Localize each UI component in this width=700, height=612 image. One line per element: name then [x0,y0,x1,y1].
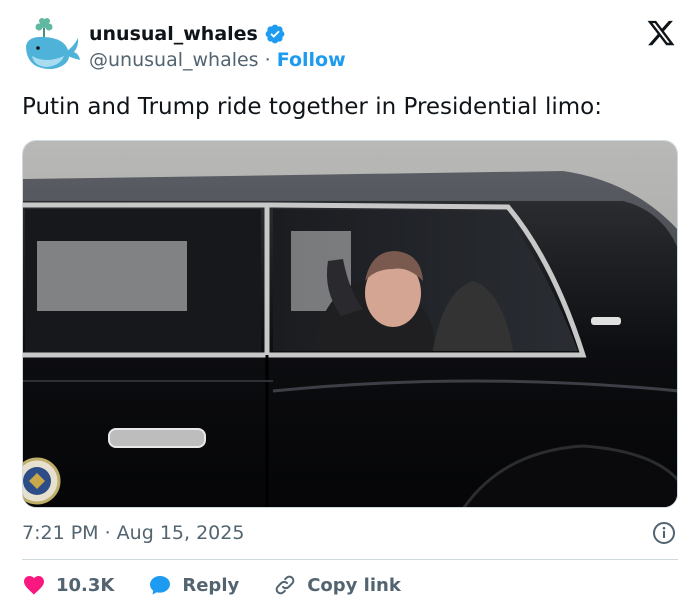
heart-icon [24,576,44,595]
link-icon [275,575,295,595]
reply-button[interactable]: Reply [148,573,239,597]
x-logo-icon[interactable] [646,18,676,48]
timestamp-row: 7:21 PM · Aug 15, 2025 [22,520,678,548]
handle-row: @unusual_whales · Follow [89,49,346,71]
reply-bubble-icon [150,576,171,595]
timestamp[interactable]: 7:21 PM · Aug 15, 2025 [22,522,244,544]
separator: · [264,49,271,71]
divider [22,559,678,560]
tweet-header: unusual_whales @unusual_whales · Follow [22,16,682,76]
presidential-seal-icon [23,457,61,505]
info-icon[interactable] [652,521,676,545]
display-name[interactable]: unusual_whales [89,23,258,45]
tweet-photo[interactable] [22,140,678,508]
whale-avatar-icon[interactable] [22,16,80,74]
like-count: 10.3K [56,574,115,596]
reply-label: Reply [182,574,240,596]
follow-button[interactable]: Follow [277,49,346,71]
copy-link-button[interactable]: Copy link [273,573,401,597]
handle[interactable]: @unusual_whales [89,49,259,71]
copy-link-label: Copy link [307,574,401,596]
tweet-text: Putin and Trump ride together in Preside… [22,94,602,120]
like-button[interactable]: 10.3K [22,573,114,597]
verified-badge-icon [265,24,285,44]
action-bar: 10.3K Reply Copy link [22,570,435,600]
